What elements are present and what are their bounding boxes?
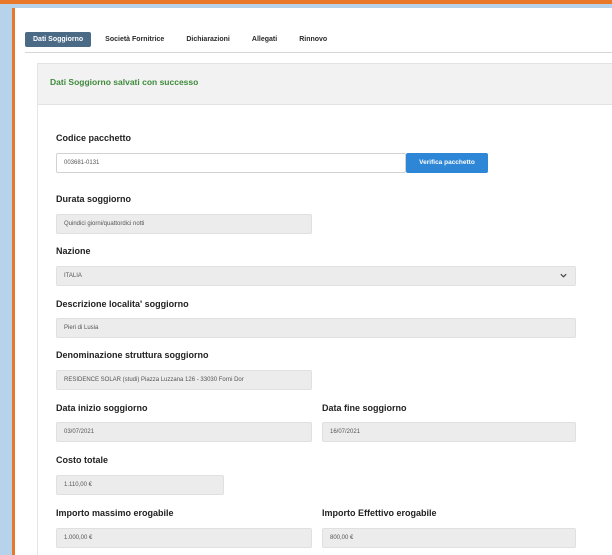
costo-totale-label: Costo totale [56, 455, 109, 465]
denominazione-struttura-label: Denominazione struttura soggiorno [56, 350, 209, 360]
tab-bar: Dati Soggiorno Società Fornitrice Dichia… [25, 28, 341, 50]
top-accent-bar [0, 0, 612, 4]
form-window: Dati Soggiorno Società Fornitrice Dichia… [12, 8, 612, 555]
descrizione-localita-label: Descrizione localita' soggiorno [56, 299, 189, 309]
data-inizio-label: Data inizio soggiorno [56, 403, 148, 413]
codice-pacchetto-label: Codice pacchetto [56, 133, 132, 143]
tab-dichiarazioni[interactable]: Dichiarazioni [178, 32, 238, 47]
form-panel: Codice pacchetto 003681-0131 Verifica pa… [37, 105, 612, 555]
tab-allegati[interactable]: Allegati [244, 32, 285, 47]
descrizione-localita-field: Pieri di Lusia [56, 318, 576, 338]
data-inizio-field: 03/07/2021 [56, 422, 312, 442]
data-fine-field: 16/07/2021 [322, 422, 576, 442]
success-alert: Dati Soggiorno salvati con successo [37, 63, 612, 105]
chevron-down-icon [560, 273, 567, 278]
success-message: Dati Soggiorno salvati con successo [50, 77, 199, 87]
data-fine-label: Data fine soggiorno [322, 403, 407, 413]
nazione-select[interactable]: ITALIA [56, 266, 576, 286]
tab-dati-soggiorno[interactable]: Dati Soggiorno [25, 31, 92, 47]
tab-societa-fornitrice[interactable]: Società Fornitrice [97, 32, 172, 47]
codice-pacchetto-input[interactable]: 003681-0131 [56, 153, 406, 173]
importo-massimo-label: Importo massimo erogabile [56, 508, 174, 518]
verifica-pacchetto-button[interactable]: Verifica pacchetto [406, 153, 488, 173]
nazione-label: Nazione [56, 246, 91, 256]
denominazione-struttura-field: RESIDENCE SOLAR (studi) Piazza Luzzana 1… [56, 370, 312, 390]
durata-soggiorno-field: Quindici giorni/quattordici notti [56, 214, 312, 234]
tab-divider [25, 52, 612, 53]
importo-effettivo-field: 800,00 € [322, 528, 576, 548]
tab-rinnovo[interactable]: Rinnovo [291, 32, 335, 47]
importo-massimo-field: 1.000,00 € [56, 528, 312, 548]
durata-soggiorno-label: Durata soggiorno [56, 194, 132, 204]
importo-effettivo-label: Importo Effettivo erogabile [322, 508, 437, 518]
costo-totale-field: 1.110,00 € [56, 475, 224, 495]
nazione-selected-value: ITALIA [64, 273, 82, 279]
